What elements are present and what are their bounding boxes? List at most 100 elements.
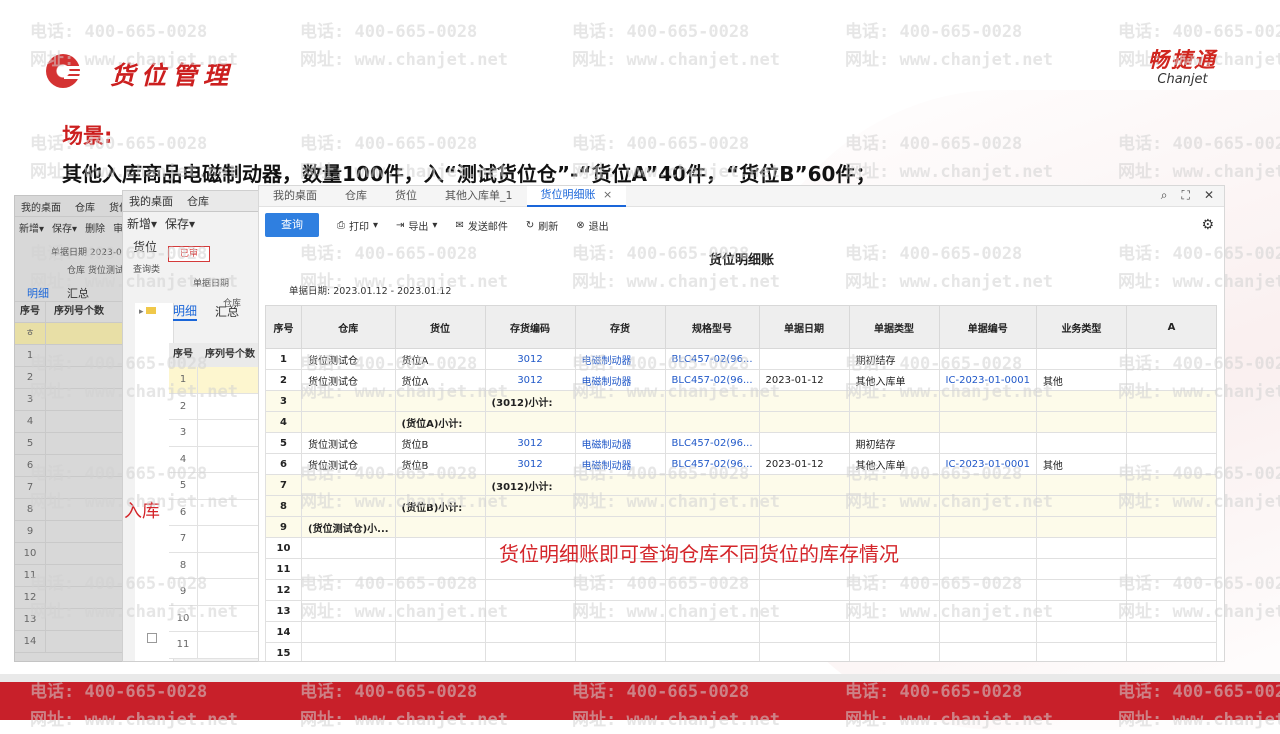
tab-item[interactable]: 仓库 (187, 193, 209, 209)
cell-spec[interactable]: BLC457-02(96... (664, 453, 760, 475)
column-header[interactable]: 存货编码 (484, 305, 576, 349)
table-row[interactable]: 9 (货位测试仓)小... (265, 516, 1217, 538)
column-header[interactable]: 单据日期 (758, 305, 850, 349)
cell-item[interactable]: 电磁制动器 (574, 369, 666, 391)
table-row[interactable]: 5 (169, 473, 263, 500)
tab-location[interactable]: 货位 (381, 186, 431, 206)
cell-code[interactable]: 3012 (484, 348, 576, 370)
table-row[interactable]: 2 货位测试仓 货位A 3012 电磁制动器 BLC457-02(96... 2023-01… (265, 369, 1217, 391)
tab-item[interactable]: 我的桌面 (129, 193, 173, 209)
cell-spec (664, 621, 760, 643)
table-row[interactable]: 13 (265, 600, 1217, 622)
table-row[interactable]: 5 货位测试仓 货位B 3012 电磁制动器 BLC457-02(96... 期初结存 (265, 432, 1217, 454)
toolbar-button[interactable]: 删除 (85, 220, 105, 235)
row-number: 6 (15, 455, 46, 476)
cell-no: 10 (265, 537, 302, 559)
tab-summary[interactable]: 汇总 (215, 303, 239, 320)
cell-spec[interactable]: BLC457-02(96... (664, 432, 760, 454)
maximize-icon[interactable]: ⛶ (1182, 188, 1190, 203)
cell-code[interactable]: 3012 (484, 432, 576, 454)
cell-docno[interactable]: IC-2023-01-0001 (938, 453, 1037, 475)
row-number: 1 (15, 345, 46, 366)
gear-icon[interactable]: ⚙ (1201, 217, 1214, 233)
table-row[interactable]: 11 (169, 632, 263, 659)
table-row[interactable]: 4 (货位A)小计: (265, 411, 1217, 433)
cell-docno (938, 432, 1037, 454)
cell-a (1125, 558, 1217, 580)
cell-code[interactable]: 3012 (484, 453, 576, 475)
window-controls: ⌕ ⛶ ✕ (1161, 188, 1214, 203)
tab-other-inbound[interactable]: 其他入库单_1 (431, 186, 527, 206)
column-header[interactable]: 单据编号 (938, 305, 1037, 349)
table-row[interactable]: 12 (265, 579, 1217, 601)
select-checkbox[interactable] (147, 633, 157, 643)
cell-code[interactable]: 3012 (484, 369, 576, 391)
cell-code (484, 579, 576, 601)
exit-icon: ⊗ (576, 219, 585, 231)
table-row[interactable]: 3 (3012)小计: (265, 390, 1217, 412)
tab-summary[interactable]: 汇总 (67, 285, 89, 301)
cell-spec[interactable]: BLC457-02(96... (664, 369, 760, 391)
table-row[interactable]: 6 货位测试仓 货位B 3012 电磁制动器 BLC457-02(96... 2023-01… (265, 453, 1217, 475)
cell-a (1125, 432, 1217, 454)
table-row[interactable]: 1 货位测试仓 货位A 3012 电磁制动器 BLC457-02(96... 期初结存 (265, 348, 1217, 370)
table-row[interactable]: 7 (169, 526, 263, 553)
table-row[interactable]: 2 (169, 393, 263, 420)
query-button[interactable]: 查询 (265, 213, 319, 237)
close-tab-icon[interactable]: × (603, 188, 612, 201)
table-row[interactable]: 15 (265, 642, 1217, 661)
send-mail-button[interactable]: ✉ 发送邮件 (455, 218, 507, 233)
table-row[interactable]: 14 (265, 621, 1217, 643)
table-row[interactable]: 6 (169, 499, 263, 526)
row-number: 6 (169, 499, 198, 525)
search-icon[interactable]: ⌕ (1161, 188, 1168, 203)
column-header[interactable]: 业务类型 (1035, 305, 1127, 349)
column-header[interactable]: 存货 (574, 305, 666, 349)
table-row[interactable]: 9 (169, 579, 263, 606)
tab-desktop[interactable]: 我的桌面 (259, 186, 331, 206)
cell-item[interactable]: 电磁制动器 (574, 453, 666, 475)
print-button[interactable]: ⎙ 打印 ▾ (337, 218, 378, 233)
cell-biz (1035, 537, 1127, 559)
table-row[interactable]: 10 (169, 605, 263, 632)
column-header[interactable]: 序号 (265, 305, 302, 349)
export-button[interactable]: ⇥ 导出 ▾ (396, 218, 437, 233)
tab-item[interactable]: 仓库 (75, 199, 95, 214)
close-window-icon[interactable]: ✕ (1204, 188, 1214, 203)
cell-item[interactable]: 电磁制动器 (574, 432, 666, 454)
row-number: 7 (15, 477, 46, 498)
toolbar-button[interactable]: 新增▾ (19, 220, 44, 235)
tab-location-ledger[interactable]: 货位明细账 × (526, 186, 627, 207)
table-row[interactable]: 7 (3012)小计: (265, 474, 1217, 496)
cell-biz (1035, 474, 1127, 496)
refresh-button[interactable]: ↻ 刷新 (526, 218, 558, 233)
column-header[interactable]: 规格型号 (664, 305, 760, 349)
column-header[interactable]: 货位 (394, 305, 486, 349)
brand-name-en: Chanjet (1157, 72, 1208, 87)
tab-item[interactable]: 我的桌面 (21, 199, 61, 214)
col-serial-count: 序列号个数 (205, 349, 255, 360)
column-header[interactable]: 仓库 (301, 305, 396, 349)
toolbar-button[interactable]: 保存▾ (52, 220, 77, 235)
table-row[interactable]: 1 (169, 367, 263, 394)
table-row[interactable]: 3 (169, 420, 263, 447)
side-annotation: 入库 (124, 501, 160, 522)
column-header[interactable]: 单据类型 (848, 305, 940, 349)
column-header[interactable]: A (1125, 305, 1217, 349)
refresh-icon: ↻ (525, 219, 535, 231)
table-row[interactable]: 8 (169, 552, 263, 579)
table-row[interactable]: 8 (货位B)小计: (265, 495, 1217, 517)
toolbar-button[interactable]: 保存▾ (165, 215, 195, 232)
tab-detail[interactable]: 明细 (173, 302, 198, 321)
cell-docno[interactable]: IC-2023-01-0001 (938, 369, 1037, 391)
tab-detail[interactable]: 明细 (27, 285, 49, 301)
table-row[interactable]: 4 (169, 446, 263, 473)
exit-button[interactable]: ⊗ 退出 (576, 218, 608, 233)
toolbar-button[interactable]: 新增▾ (127, 215, 157, 232)
cell-spec[interactable]: BLC457-02(96... (664, 348, 760, 370)
detail-tabs: 明细 汇总 (169, 301, 263, 321)
cell-code (484, 621, 576, 643)
tab-warehouse[interactable]: 仓库 (331, 186, 381, 206)
row-number: 5 (15, 433, 46, 454)
cell-item[interactable]: 电磁制动器 (574, 348, 666, 370)
